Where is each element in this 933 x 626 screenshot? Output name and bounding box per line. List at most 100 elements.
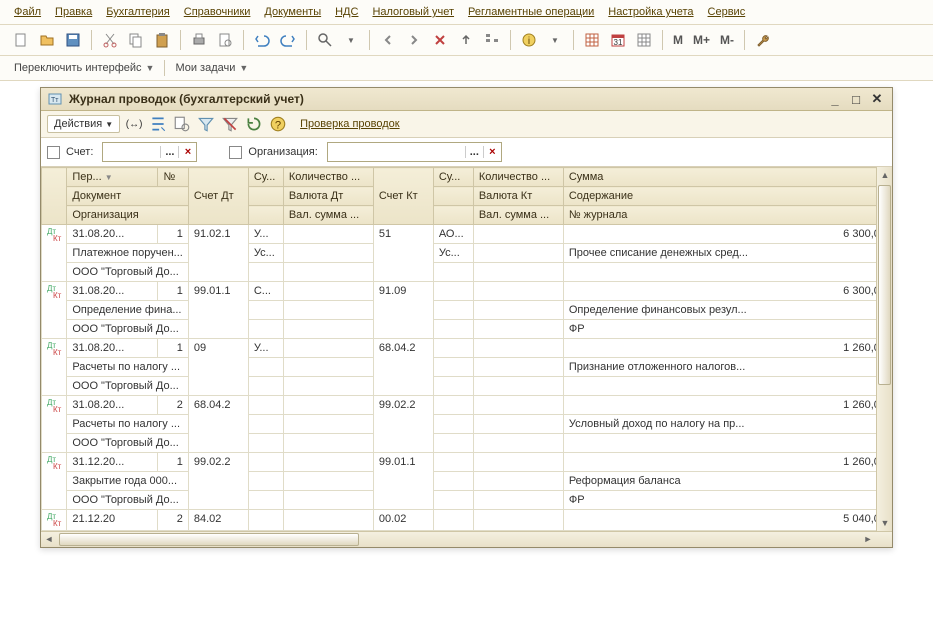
print-icon[interactable]: [188, 29, 210, 51]
menu-tax[interactable]: Налоговый учет: [372, 6, 454, 18]
table-row[interactable]: ДтКт 31.08.20...1 91.02.1У... 51АО... 6 …: [42, 225, 892, 244]
minimize-button[interactable]: _: [826, 91, 844, 107]
undo-icon[interactable]: [251, 29, 273, 51]
menu-file[interactable]: Файл: [14, 6, 41, 18]
table-row[interactable]: ООО "Торговый До...: [42, 263, 892, 282]
filter-bar: Счет: ... × Организация: ... ×: [41, 138, 892, 167]
my-tasks-dropdown[interactable]: Мои задачи▼: [171, 60, 252, 76]
col-content[interactable]: Содержание: [563, 187, 891, 206]
m-button[interactable]: M: [670, 33, 686, 47]
account-label: Счет:: [66, 146, 93, 158]
open-icon[interactable]: [36, 29, 58, 51]
account-field[interactable]: ... ×: [102, 142, 197, 162]
col-qty-kt[interactable]: Количество ...: [473, 168, 563, 187]
copy-icon[interactable]: [125, 29, 147, 51]
org-select-icon[interactable]: ...: [465, 146, 483, 158]
col-qty-dt[interactable]: Количество ...: [283, 168, 373, 187]
table-row[interactable]: ООО "Торговый До...ФР: [42, 320, 892, 339]
refresh-icon[interactable]: [244, 114, 264, 134]
col-num[interactable]: №: [158, 168, 188, 187]
back-icon[interactable]: [377, 29, 399, 51]
grid-icon[interactable]: [633, 29, 655, 51]
table-icon[interactable]: [581, 29, 603, 51]
cut-icon[interactable]: [99, 29, 121, 51]
titlebar: Tт Журнал проводок (бухгалтерский учет) …: [41, 88, 892, 111]
forward-icon[interactable]: [403, 29, 425, 51]
menu-references[interactable]: Справочники: [184, 6, 251, 18]
table-row[interactable]: ООО "Торговый До...: [42, 434, 892, 453]
col-period[interactable]: Пер... ▼: [67, 168, 158, 187]
org-clear-icon[interactable]: ×: [483, 146, 501, 158]
table-row[interactable]: Расчеты по налогу ...Признание отложенно…: [42, 358, 892, 377]
redo-icon[interactable]: [277, 29, 299, 51]
svg-text:Tт: Tт: [51, 97, 59, 104]
actions-dropdown[interactable]: Действия▼: [47, 115, 120, 133]
col-acc-kt[interactable]: Счет Кт: [373, 168, 433, 225]
close-button[interactable]: ✕: [868, 91, 886, 107]
account-checkbox[interactable]: [47, 146, 60, 159]
vertical-scrollbar[interactable]: ▲ ▼: [876, 167, 892, 531]
help-icon[interactable]: ?: [268, 114, 288, 134]
table-row[interactable]: ДтКт 31.08.20...2 68.04.2 99.02.2 1 260,…: [42, 396, 892, 415]
tree-icon[interactable]: [481, 29, 503, 51]
menu-documents[interactable]: Документы: [264, 6, 321, 18]
delete-icon[interactable]: [429, 29, 451, 51]
table-row[interactable]: ДтКт 21.12.202 84.02 00.02 5 040,00: [42, 510, 892, 531]
table-row[interactable]: Платежное поручен...Ус...Ус...Прочее спи…: [42, 244, 892, 263]
org-checkbox[interactable]: [229, 146, 242, 159]
menu-scheduled[interactable]: Регламентные операции: [468, 6, 594, 18]
calendar-icon[interactable]: 31: [607, 29, 629, 51]
col-val-dt[interactable]: Валюта Дт: [283, 187, 373, 206]
col-valsum-kt[interactable]: Вал. сумма ...: [473, 206, 563, 225]
account-clear-icon[interactable]: ×: [178, 146, 196, 158]
table-row[interactable]: ДтКт 31.08.20...1 99.01.1С... 91.09 6 30…: [42, 282, 892, 301]
col-org[interactable]: Организация: [67, 206, 189, 225]
menu-settings[interactable]: Настройка учета: [608, 6, 693, 18]
col-doc[interactable]: Документ: [67, 187, 189, 206]
find-icon[interactable]: [172, 114, 192, 134]
menu-accounting[interactable]: Бухгалтерия: [106, 6, 170, 18]
table-row[interactable]: Закрытие года 000...Реформация баланса: [42, 472, 892, 491]
wrench-icon[interactable]: [752, 29, 774, 51]
table-row[interactable]: ДтКт 31.12.20...1 99.02.2 99.01.1 1 260,…: [42, 453, 892, 472]
table-row[interactable]: ООО "Торговый До...ФР: [42, 491, 892, 510]
dtkt-icon: ДтКт: [47, 399, 61, 413]
maximize-button[interactable]: □: [847, 91, 865, 107]
new-icon[interactable]: [10, 29, 32, 51]
check-entries-link[interactable]: Проверка проводок: [300, 118, 399, 130]
menu-vat[interactable]: НДС: [335, 6, 358, 18]
search-icon[interactable]: [314, 29, 336, 51]
col-su1[interactable]: Су...: [248, 168, 283, 187]
filter-off-icon[interactable]: [220, 114, 240, 134]
preview-icon[interactable]: [214, 29, 236, 51]
filter-icon[interactable]: [196, 114, 216, 134]
col-sum[interactable]: Сумма: [563, 168, 891, 187]
switch-interface-dropdown[interactable]: Переключить интерфейс▼: [10, 60, 158, 76]
table-row[interactable]: Расчеты по налогу ...Условный доход по н…: [42, 415, 892, 434]
info-icon[interactable]: i: [518, 29, 540, 51]
up-icon[interactable]: [455, 29, 477, 51]
horizontal-scrollbar[interactable]: ◄ ►: [41, 531, 892, 547]
range-icon[interactable]: (↔): [124, 114, 144, 134]
table-row[interactable]: ДтКт 31.08.20...1 09У... 68.04.2 1 260,0…: [42, 339, 892, 358]
table-row[interactable]: ООО "Торговый До...: [42, 377, 892, 396]
entries-table[interactable]: Пер... ▼ № Счет Дт Су... Количество ... …: [41, 167, 892, 531]
menu-edit[interactable]: Правка: [55, 6, 92, 18]
dropdown-icon[interactable]: ▼: [340, 29, 362, 51]
col-val-kt[interactable]: Валюта Кт: [473, 187, 563, 206]
col-journal[interactable]: № журнала: [563, 206, 891, 225]
svg-text:?: ?: [275, 120, 281, 132]
goto-line-icon[interactable]: [148, 114, 168, 134]
table-row[interactable]: Определение фина...Определение финансовы…: [42, 301, 892, 320]
col-valsum-dt[interactable]: Вал. сумма ...: [283, 206, 373, 225]
m-minus-button[interactable]: M-: [717, 33, 737, 47]
paste-icon[interactable]: [151, 29, 173, 51]
account-select-icon[interactable]: ...: [160, 146, 178, 158]
dropdown2-icon[interactable]: ▼: [544, 29, 566, 51]
menu-service[interactable]: Сервис: [708, 6, 746, 18]
col-su2[interactable]: Су...: [433, 168, 473, 187]
m-plus-button[interactable]: M+: [690, 33, 713, 47]
save-icon[interactable]: [62, 29, 84, 51]
col-acc-dt[interactable]: Счет Дт: [188, 168, 248, 225]
org-field[interactable]: ... ×: [327, 142, 502, 162]
